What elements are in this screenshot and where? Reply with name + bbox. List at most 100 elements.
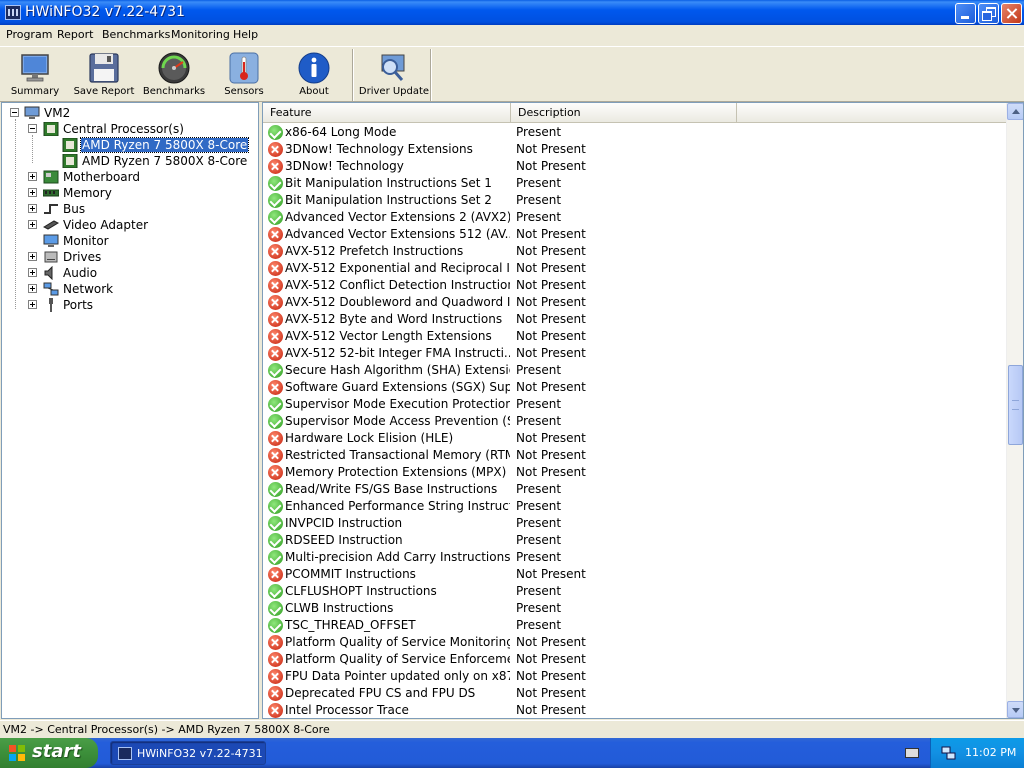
about-button[interactable]: About <box>279 49 349 101</box>
table-row[interactable]: Multi-precision Add Carry Instructions (… <box>263 549 1006 566</box>
table-row[interactable]: AVX-512 52-bit Integer FMA Instructi... N… <box>263 345 1006 362</box>
tree-node-vm2[interactable]: VM2 <box>2 105 258 121</box>
menu-report[interactable]: Report <box>57 28 93 41</box>
table-row[interactable]: CLWB Instructions Present <box>263 600 1006 617</box>
feature-description: Present <box>516 193 562 207</box>
table-row[interactable]: Supervisor Mode Execution Protection... P… <box>263 396 1006 413</box>
collapse-toggle[interactable] <box>10 108 19 117</box>
feature-name: AVX-512 Vector Length Extensions <box>285 329 492 343</box>
keyboard-icon[interactable] <box>905 748 919 758</box>
expand-toggle[interactable] <box>28 188 37 197</box>
tree-node-audio[interactable]: Audio <box>2 265 258 281</box>
table-row[interactable]: Read/Write FS/GS Base Instructions Presen… <box>263 481 1006 498</box>
column-header-feature[interactable]: Feature <box>263 103 511 123</box>
table-row[interactable]: 3DNow! Technology Not Present <box>263 158 1006 175</box>
collapse-toggle[interactable] <box>28 124 37 133</box>
menu-help[interactable]: Help <box>233 28 258 41</box>
check-circle-icon <box>268 363 283 378</box>
summary-button[interactable]: Summary <box>0 49 70 101</box>
table-row[interactable]: Intel Processor Trace Not Present <box>263 702 1006 718</box>
feature-name: RDSEED Instruction <box>285 533 403 547</box>
expand-toggle[interactable] <box>28 300 37 309</box>
table-row[interactable]: AVX-512 Prefetch Instructions Not Present <box>263 243 1006 260</box>
table-row[interactable]: AVX-512 Conflict Detection Instructions N… <box>263 277 1006 294</box>
scroll-up-button[interactable] <box>1007 103 1023 120</box>
tree-node-network[interactable]: Network <box>2 281 258 297</box>
tree-node-ports[interactable]: Ports <box>2 297 258 313</box>
tree-node-central-processors[interactable]: Central Processor(s) <box>2 121 258 137</box>
device-tree[interactable]: VM2 Central Processor(s) AMD Ryzen 7 580… <box>1 102 259 719</box>
table-row[interactable]: Advanced Vector Extensions 2 (AVX2) Prese… <box>263 209 1006 226</box>
tree-node-drives[interactable]: Drives <box>2 249 258 265</box>
tree-node-bus[interactable]: Bus <box>2 201 258 217</box>
expand-toggle[interactable] <box>28 220 37 229</box>
table-row[interactable]: Restricted Transactional Memory (RTM) Not… <box>263 447 1006 464</box>
scroll-down-button[interactable] <box>1007 701 1023 718</box>
menu-benchmarks[interactable]: Benchmarks <box>102 28 170 41</box>
driver-update-button[interactable]: Driver Update <box>358 49 430 101</box>
feature-list[interactable]: Feature Description x86-64 Long Mode Pres… <box>262 102 1024 719</box>
expand-toggle[interactable] <box>28 252 37 261</box>
tree-node-cpu-0[interactable]: AMD Ryzen 7 5800X 8-Core <box>2 137 258 153</box>
scroll-thumb[interactable] <box>1008 365 1023 445</box>
column-header-description[interactable]: Description <box>511 103 737 123</box>
tree-node-video-adapter[interactable]: Video Adapter <box>2 217 258 233</box>
vertical-scrollbar[interactable] <box>1006 103 1023 718</box>
tree-node-memory[interactable]: Memory <box>2 185 258 201</box>
tree-node-motherboard[interactable]: Motherboard <box>2 169 258 185</box>
restore-button[interactable] <box>978 3 999 24</box>
table-row[interactable]: Memory Protection Extensions (MPX) Not Pr… <box>263 464 1006 481</box>
table-row[interactable]: Hardware Lock Elision (HLE) Not Present <box>263 430 1006 447</box>
table-row[interactable]: AVX-512 Exponential and Reciprocal I... N… <box>263 260 1006 277</box>
expand-toggle[interactable] <box>28 204 37 213</box>
menu-monitoring[interactable]: Monitoring <box>171 28 230 41</box>
feature-name: 3DNow! Technology Extensions <box>285 142 473 156</box>
hwinfo-app-icon[interactable] <box>5 5 21 20</box>
check-circle-icon <box>268 516 283 531</box>
expand-toggle[interactable] <box>28 172 37 181</box>
table-row[interactable]: INVPCID Instruction Present <box>263 515 1006 532</box>
table-row[interactable]: Advanced Vector Extensions 512 (AV... Not… <box>263 226 1006 243</box>
minimize-button[interactable] <box>955 3 976 24</box>
benchmarks-button[interactable]: Benchmarks <box>139 49 209 101</box>
table-row[interactable]: AVX-512 Byte and Word Instructions Not Pr… <box>263 311 1006 328</box>
table-row[interactable]: 3DNow! Technology Extensions Not Present <box>263 141 1006 158</box>
table-row[interactable]: Secure Hash Algorithm (SHA) Extensions Pr… <box>263 362 1006 379</box>
save-report-button[interactable]: Save Report <box>69 49 139 101</box>
title-bar[interactable]: HWiNFO32 v7.22-4731 <box>0 0 1024 25</box>
feature-description: Not Present <box>516 567 586 581</box>
feature-name: Hardware Lock Elision (HLE) <box>285 431 454 445</box>
check-circle-icon <box>268 482 283 497</box>
table-row[interactable]: Bit Manipulation Instructions Set 2 Prese… <box>263 192 1006 209</box>
table-row[interactable]: CLFLUSHOPT Instructions Present <box>263 583 1006 600</box>
menu-program[interactable]: Program <box>6 28 52 41</box>
expand-toggle[interactable] <box>28 268 37 277</box>
taskbar-item-hwinfo[interactable]: HWiNFO32 v7.22-4731 <box>110 741 266 765</box>
table-row[interactable]: Platform Quality of Service Enforceme...… <box>263 651 1006 668</box>
tree-label: Network <box>63 282 114 296</box>
table-row[interactable]: AVX-512 Vector Length Extensions Not Pres… <box>263 328 1006 345</box>
table-row[interactable]: x86-64 Long Mode Present <box>263 124 1006 141</box>
expand-toggle[interactable] <box>28 284 37 293</box>
sensors-button[interactable]: Sensors <box>209 49 279 101</box>
table-row[interactable]: FPU Data Pointer updated only on x87... N… <box>263 668 1006 685</box>
x-circle-icon <box>268 686 283 701</box>
table-row[interactable]: PCOMMIT Instructions Not Present <box>263 566 1006 583</box>
start-button[interactable]: start <box>0 738 98 768</box>
feature-name: Enhanced Performance String Instruct... <box>285 499 510 513</box>
table-row[interactable]: AVX-512 Doubleword and Quadword I... Not … <box>263 294 1006 311</box>
close-button[interactable] <box>1001 3 1022 24</box>
table-row[interactable]: Software Guard Extensions (SGX) Sup... No… <box>263 379 1006 396</box>
table-row[interactable]: Platform Quality of Service Monitoring .… <box>263 634 1006 651</box>
drive-icon <box>44 251 58 263</box>
table-row[interactable]: Bit Manipulation Instructions Set 1 Prese… <box>263 175 1006 192</box>
table-row[interactable]: Deprecated FPU CS and FPU DS Not Present <box>263 685 1006 702</box>
table-row[interactable]: RDSEED Instruction Present <box>263 532 1006 549</box>
network-tray-icon[interactable] <box>941 746 956 760</box>
table-row[interactable]: Enhanced Performance String Instruct... P… <box>263 498 1006 515</box>
tree-node-cpu-1[interactable]: AMD Ryzen 7 5800X 8-Core <box>2 153 258 169</box>
table-row[interactable]: Supervisor Mode Access Prevention (S... P… <box>263 413 1006 430</box>
feature-name: FPU Data Pointer updated only on x87... <box>285 669 510 683</box>
tree-node-monitor[interactable]: Monitor <box>2 233 258 249</box>
table-row[interactable]: TSC_THREAD_OFFSET Present <box>263 617 1006 634</box>
